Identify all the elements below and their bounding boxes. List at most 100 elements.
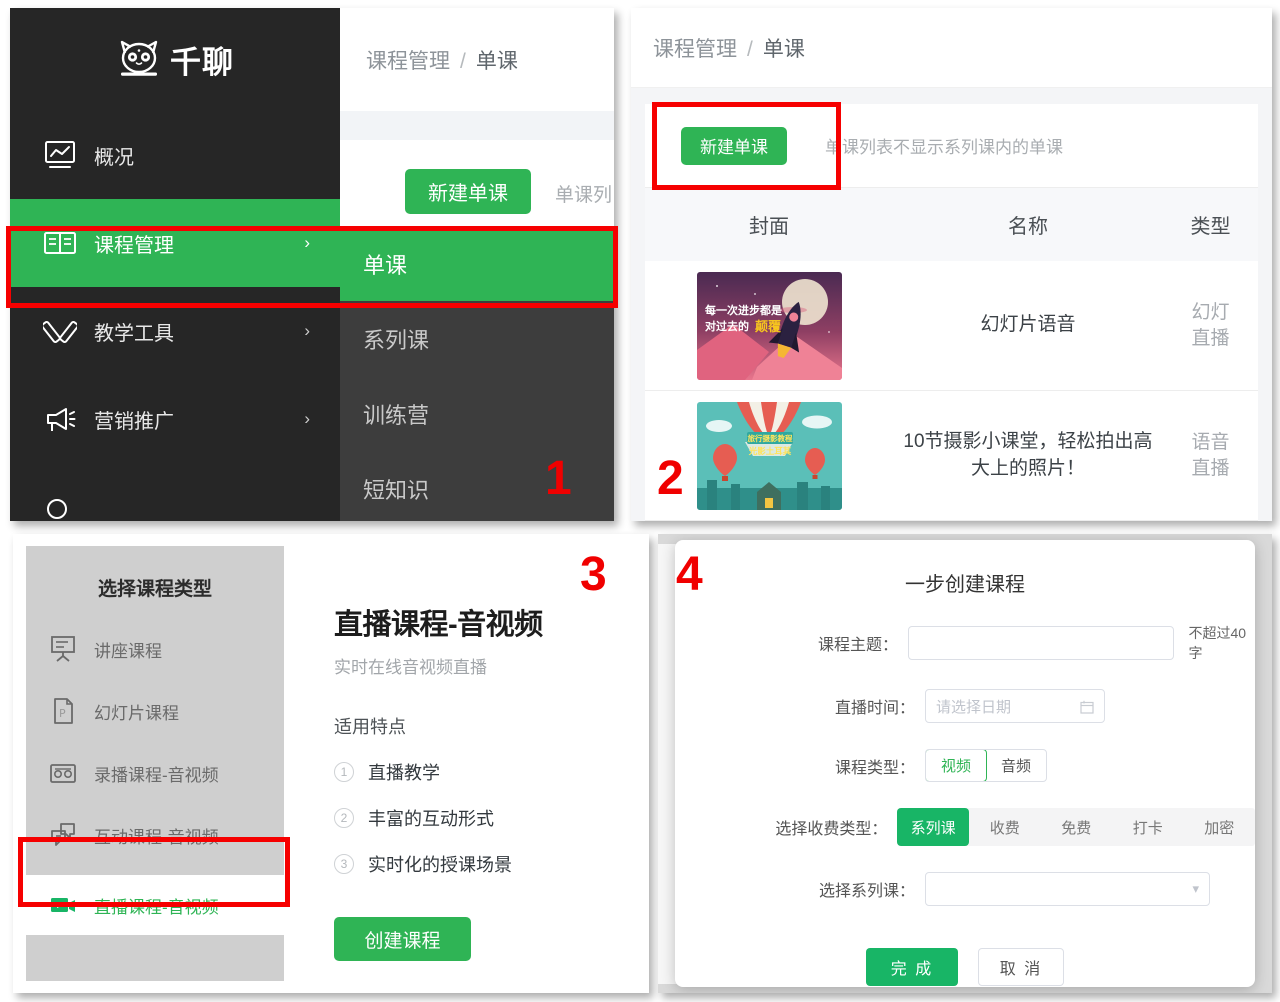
field-row-topic: 课程主题： 不超过40字	[675, 623, 1255, 663]
course-type-detail: 直播课程-音视频 实时在线音视频直播 适用特点 1 直播教学 2 丰富的互动形式…	[284, 546, 638, 981]
feature-item: 3 实时化的授课场景	[334, 851, 638, 877]
chat-bubbles-icon	[51, 823, 75, 846]
row-type-line1: 语音	[1191, 431, 1230, 453]
submenu-item-training-camp[interactable]: 训练营	[340, 376, 614, 451]
breadcrumb-current: 单课	[762, 37, 805, 61]
feature-text: 丰富的互动形式	[368, 809, 494, 829]
sidebar-item-label: 概况	[94, 146, 134, 169]
breadcrumb: 课程管理 / 单课	[366, 45, 518, 75]
panel-3-course-type-picker: 选择课程类型 讲座课程 P 幻灯片课程 录播课程-音视频 互动课程-音视频 直播…	[13, 534, 649, 993]
field-note-topic: 不超过40字	[1188, 625, 1247, 661]
breadcrumb-parent[interactable]: 课程管理	[366, 50, 450, 73]
sidebar-item-label: 营销推广	[94, 410, 174, 433]
brand-name: 千聊	[170, 45, 234, 80]
charge-tab-encrypted[interactable]: 加密	[1183, 808, 1255, 846]
row-type-cell: 幻灯 直播	[1163, 300, 1258, 351]
field-label-topic: 课程主题：	[818, 637, 899, 654]
feature-number: 2	[334, 808, 354, 828]
submenu-label: 短知识	[363, 477, 430, 503]
charge-type-tabs: 系列课 收费 免费 打卡 加密	[897, 808, 1255, 846]
create-course-modal: 一步创建课程 课程主题： 不超过40字 直播时间： 请选择日期 课程类型： 视频…	[675, 540, 1255, 987]
submenu-item-single-course[interactable]: 单课	[340, 226, 614, 301]
course-submenu: 单课 系列课 训练营 短知识	[340, 226, 614, 521]
sidebar-item-course-management[interactable]: 课程管理 ›	[10, 199, 340, 287]
video-camera-icon	[51, 898, 75, 912]
dialog-title: 一步创建课程	[905, 574, 1025, 596]
create-course-button[interactable]: 创建课程	[334, 917, 471, 961]
cat-mascot-icon	[120, 40, 158, 76]
svg-text:颠覆: 颠覆	[755, 319, 782, 335]
sidebar-item-teaching-tools[interactable]: 教学工具 ›	[10, 287, 340, 375]
charge-tab-paid[interactable]: 收费	[969, 808, 1041, 846]
new-single-course-button[interactable]: 新建单课	[681, 126, 787, 165]
course-type-option-video[interactable]: 视频	[926, 750, 988, 781]
course-type-label: 录播课程-音视频	[94, 765, 219, 785]
live-time-input[interactable]: 请选择日期	[925, 689, 1105, 723]
panel1-topbar: 课程管理 / 单课	[340, 8, 614, 111]
course-type-list: 选择课程类型 讲座课程 P 幻灯片课程 录播课程-音视频 互动课程-音视频 直播…	[26, 546, 284, 981]
detail-subheading: 实时在线音视频直播	[334, 658, 487, 677]
charge-tab-free[interactable]: 免费	[1040, 808, 1112, 846]
step-number-1: 1	[545, 452, 572, 505]
course-type-live-av[interactable]: 直播课程-音视频	[26, 875, 284, 935]
confirm-button[interactable]: 完 成	[866, 948, 958, 986]
panel2-body: 新建单课 单课列表不显示系列课内的单课 封面 名称 类型 每一次进步都是 对过去…	[631, 88, 1272, 521]
sidebar-item-partial-clipped[interactable]	[10, 463, 340, 521]
sidebar-item-label: 课程管理	[94, 234, 174, 257]
chevron-right-icon: ›	[304, 409, 310, 428]
course-table: 封面 名称 类型 每一次进步都是 对过去的 颠覆 幻灯片语音 幻灯 直播 旅行摄…	[645, 187, 1258, 521]
field-row-series: 选择系列课： ▾	[675, 872, 1255, 906]
breadcrumb-current: 单课	[475, 49, 518, 73]
course-list-toolbar: 新建单课 单课列表不显示系列课内的单课	[645, 104, 1258, 187]
field-label-charge-type: 选择收费类型：	[775, 821, 888, 838]
series-course-select[interactable]: ▾	[925, 872, 1210, 906]
submenu-item-series-course[interactable]: 系列课	[340, 301, 614, 376]
megaphone-icon	[47, 408, 76, 431]
breadcrumb-parent[interactable]: 课程管理	[653, 38, 737, 61]
chart-monitor-icon	[45, 141, 75, 168]
feature-item: 2 丰富的互动形式	[334, 805, 638, 831]
column-header-type: 类型	[1190, 216, 1231, 238]
sidebar-item-marketing[interactable]: 营销推广 ›	[10, 375, 340, 463]
course-list-hint: 单课列表不显示系列课内的单课	[825, 138, 1063, 157]
dialog-actions: 完 成 取 消	[675, 948, 1255, 986]
course-list-card: 新建单课 单课列表不显示系列课内的单课 封面 名称 类型 每一次进步都是 对过去…	[645, 104, 1258, 521]
calendar-icon	[1080, 700, 1094, 714]
table-row[interactable]: 旅行摄影教程 光影土耳其 10节摄影小课堂，轻松拍出高大上的照片！ 语音 直播	[645, 391, 1258, 521]
course-topic-input[interactable]	[908, 626, 1175, 660]
table-row[interactable]: 每一次进步都是 对过去的 颠覆 幻灯片语音 幻灯 直播	[645, 261, 1258, 391]
submenu-item-short-knowledge[interactable]: 短知识	[340, 451, 614, 521]
breadcrumb-separator: /	[747, 37, 753, 61]
field-row-charge-type: 选择收费类型： 系列课 收费 免费 打卡 加密	[675, 808, 1255, 846]
step-number-2: 2	[657, 452, 684, 505]
cancel-button[interactable]: 取 消	[978, 948, 1064, 986]
panel-2-course-list: 课程管理 / 单课 新建单课 单课列表不显示系列课内的单课 封面 名称 类型 每…	[631, 8, 1272, 521]
column-header-cover: 封面	[749, 216, 789, 238]
course-type-recorded[interactable]: 录播课程-音视频	[26, 743, 284, 803]
field-row-course-type: 课程类型： 视频 音频	[675, 749, 1255, 782]
feature-item: 1 直播教学	[334, 759, 638, 785]
ppt-file-icon: P	[54, 698, 73, 724]
course-type-slides[interactable]: P 幻灯片课程	[26, 681, 284, 741]
course-type-lecture[interactable]: 讲座课程	[26, 619, 284, 679]
course-type-interactive[interactable]: 互动课程-音视频	[26, 805, 284, 865]
sidebar-item-overview[interactable]: 概况	[10, 111, 340, 199]
breadcrumb-separator: /	[460, 49, 466, 73]
chevron-down-icon: ▾	[1192, 881, 1199, 896]
svg-text:旅行摄影教程: 旅行摄影教程	[747, 433, 792, 443]
charge-tab-series[interactable]: 系列课	[897, 808, 969, 846]
screenshot-root: 课程管理 / 单课 新建单课 单课列 千聊 概况 课程管理 › 教学工具 › 营…	[0, 0, 1280, 1002]
chevron-right-icon: ›	[304, 233, 310, 252]
charge-tab-checkin[interactable]: 打卡	[1112, 808, 1184, 846]
svg-text:每一次进步都是: 每一次进步都是	[705, 303, 783, 317]
course-type-label: 互动课程-音视频	[94, 827, 219, 847]
feature-text: 直播教学	[368, 763, 440, 783]
course-type-list-title: 选择课程类型	[97, 579, 212, 600]
brand-logo[interactable]: 千聊	[10, 8, 340, 111]
submenu-label: 训练营	[363, 402, 430, 428]
course-type-option-audio[interactable]: 音频	[986, 750, 1046, 781]
feature-text: 实时化的授课场景	[368, 855, 512, 875]
field-row-live-time: 直播时间： 请选择日期	[675, 689, 1255, 723]
new-single-course-button[interactable]: 新建单课	[405, 169, 531, 214]
cassette-tape-icon	[50, 764, 76, 783]
